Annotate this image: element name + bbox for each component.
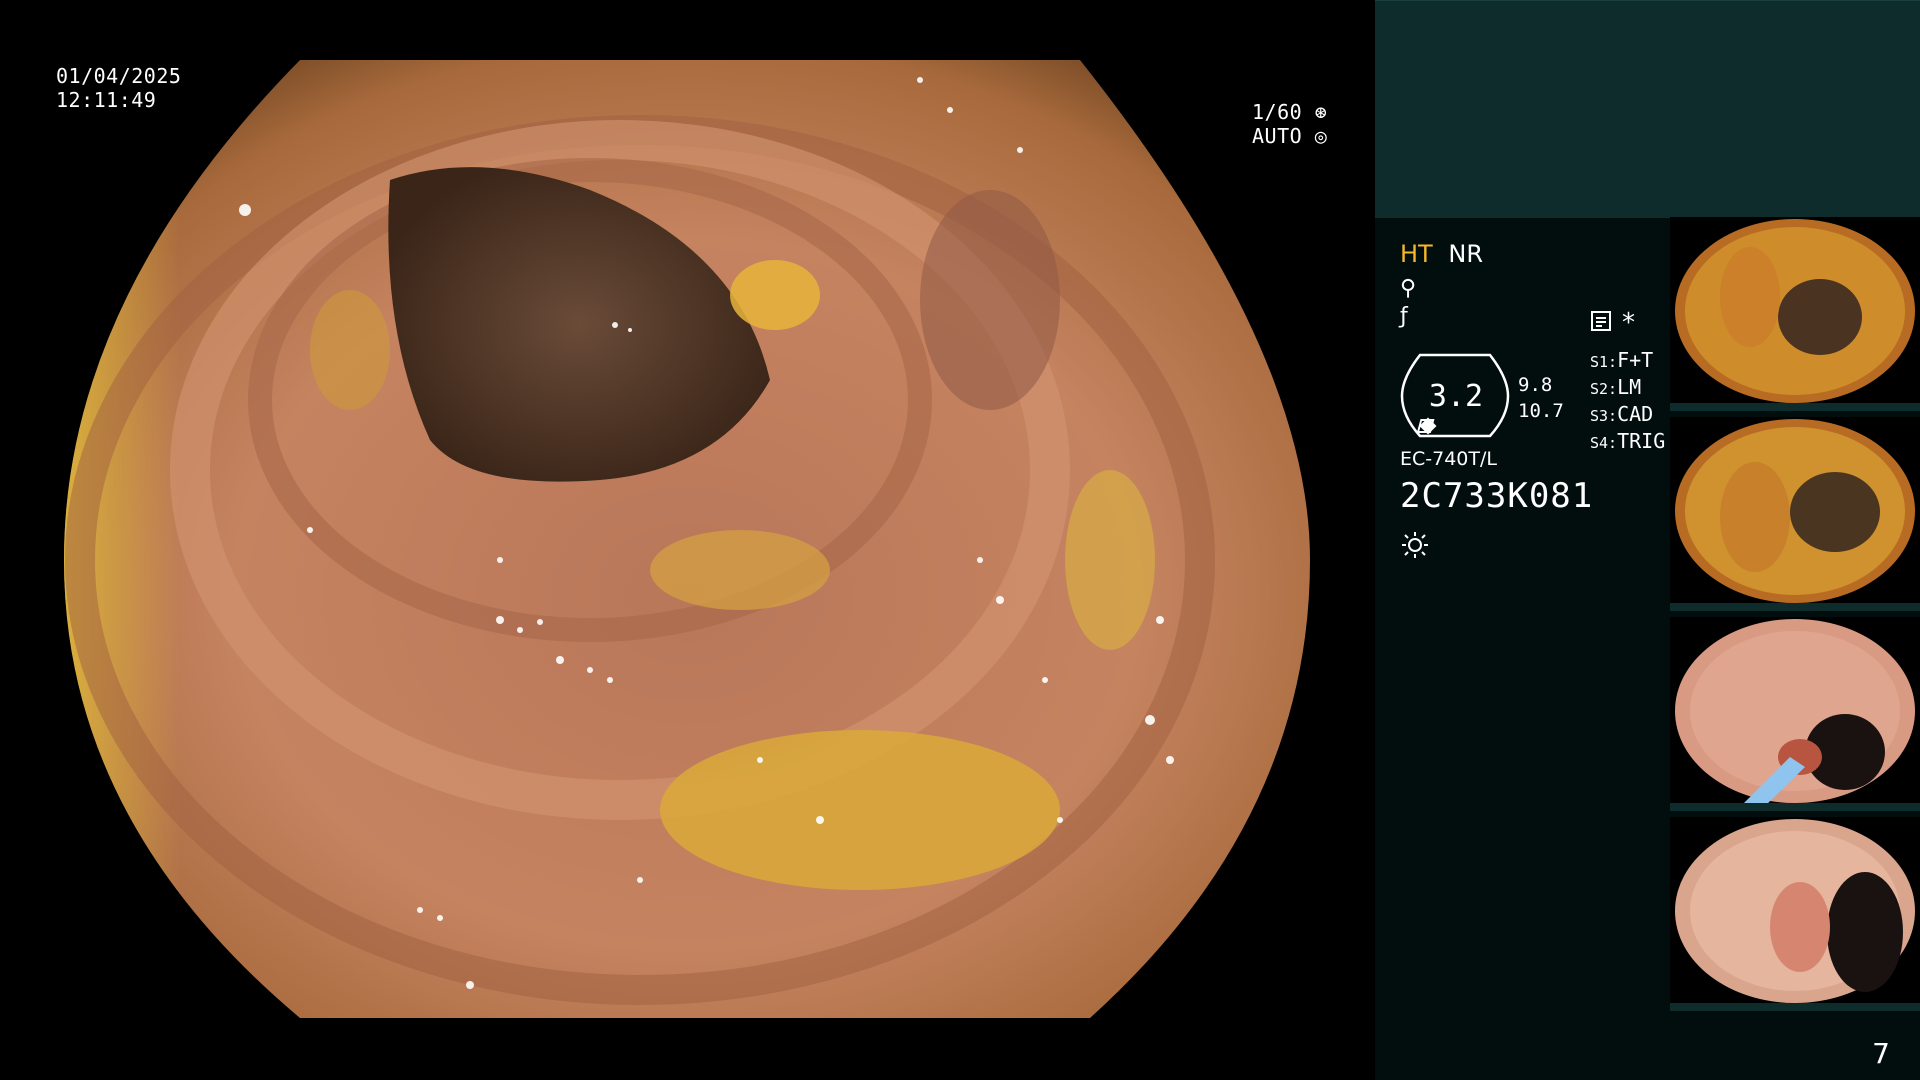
scope-serial-label: 2C733K081 bbox=[1400, 476, 1594, 516]
date-text: 01/04/2025 bbox=[56, 64, 182, 88]
captured-thumbnail[interactable] bbox=[1670, 417, 1920, 611]
auto-exposure-icon: ◎ bbox=[1302, 124, 1328, 148]
time-text: 12:11:49 bbox=[56, 88, 157, 112]
switch-row: S2:LM bbox=[1590, 375, 1642, 399]
mode-nr-label: NR bbox=[1448, 240, 1483, 268]
exposure-overlay: 1/60 ⊛ AUTO ◎ bbox=[1252, 100, 1327, 148]
switch-row: S3:CAD bbox=[1590, 402, 1654, 426]
asterisk-icon: * bbox=[1622, 308, 1635, 338]
memo-icon bbox=[1590, 310, 1612, 336]
endoscopic-image bbox=[64, 60, 1310, 1018]
mode-ht-label: HT bbox=[1400, 240, 1433, 268]
shutter-speed-text: 1/60 bbox=[1252, 100, 1303, 124]
captured-thumbnail[interactable] bbox=[1670, 817, 1920, 1011]
exposure-mode-text: AUTO bbox=[1252, 124, 1303, 148]
zoom-main-value: 3.2 bbox=[1429, 379, 1483, 414]
scope-switch-list: S1:F+T S2:LM S3:CAD S4:TRIG bbox=[1590, 348, 1665, 456]
light-source-icon bbox=[1400, 530, 1430, 564]
zoom-indicator: 3.2 bbox=[1400, 350, 1510, 440]
color-enhance-icon: ƒ bbox=[1400, 304, 1408, 329]
switch-row: S4:TRIG bbox=[1590, 429, 1666, 453]
captured-thumbnail[interactable] bbox=[1670, 217, 1920, 411]
page-number: 7 bbox=[1872, 1037, 1890, 1070]
zoom-value-2: 10.7 bbox=[1518, 400, 1564, 422]
zoom-values: 9.8 10.7 bbox=[1518, 372, 1564, 424]
datetime-overlay: 01/04/2025 12:11:49 bbox=[56, 64, 181, 112]
zoom-value-1: 9.8 bbox=[1518, 374, 1553, 396]
scope-model-label: EC-740T/L bbox=[1400, 448, 1497, 470]
endoscope-view: 01/04/2025 12:11:49 1/60 ⊛ AUTO ◎ bbox=[0, 0, 1375, 1080]
mode-indicators: HT NR bbox=[1400, 240, 1483, 268]
captured-thumbnail[interactable] bbox=[1670, 617, 1920, 811]
structure-enhance-icon: ⚲ bbox=[1400, 276, 1417, 301]
switch-row: S1:F+T bbox=[1590, 348, 1654, 372]
camera-shutter-icon: ⊛ bbox=[1302, 100, 1328, 124]
panel-header-block bbox=[1375, 0, 1920, 218]
info-panel: HT NR ⚲ ƒ * 3.2 9.8 10.7 S1:F+T S2:LM S3… bbox=[1375, 0, 1920, 1080]
